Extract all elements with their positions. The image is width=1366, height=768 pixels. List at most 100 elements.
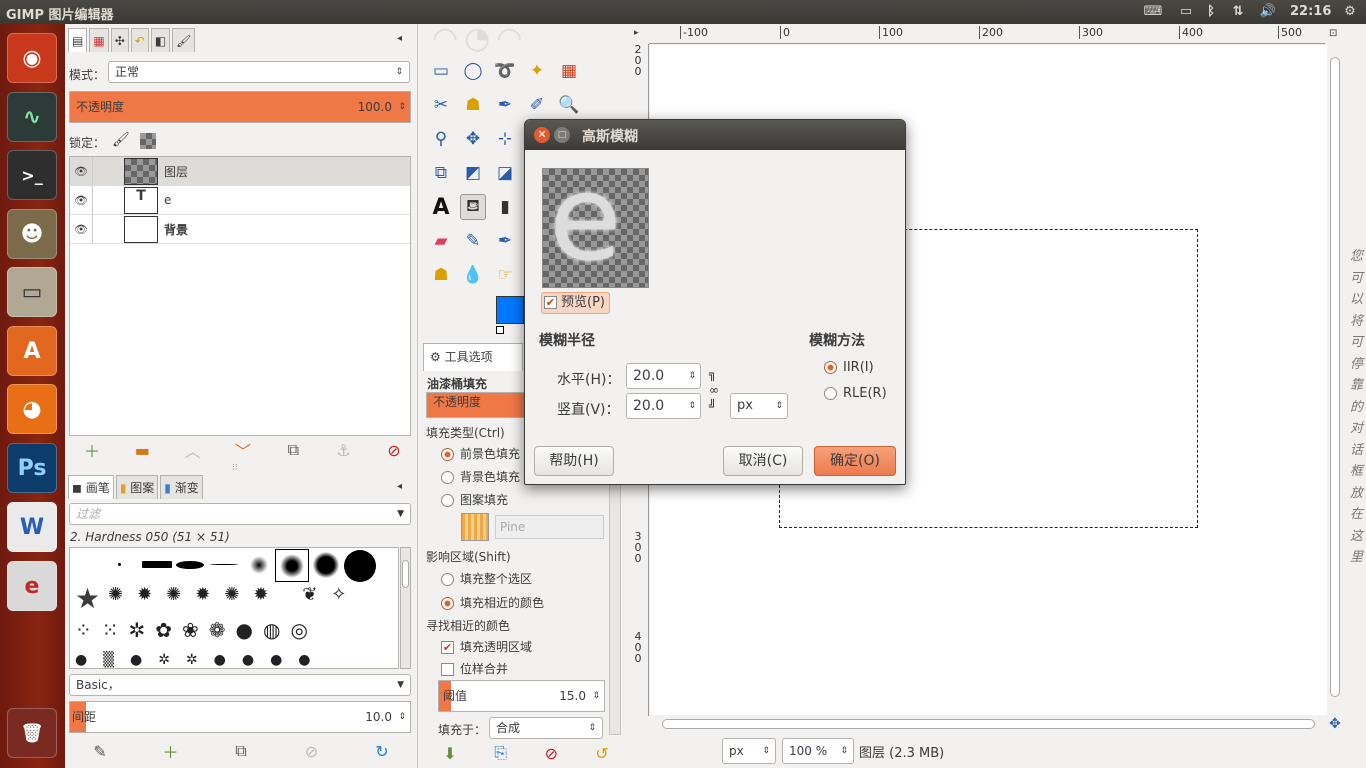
network-icon[interactable]: ⇅ [1227,3,1249,21]
method-iir-radio[interactable]: IIR(I) [824,360,874,375]
scale-tool-icon[interactable]: ◪ [492,160,518,186]
refresh-brushes-icon[interactable]: ↻ [368,738,396,764]
restore-options-icon[interactable]: ⎘ [487,740,515,766]
duplicate-brush-icon[interactable]: ⧉ [227,738,255,764]
layer-opacity-slider[interactable]: 不透明度 100.0 ⇕ [69,91,411,123]
navigate-icon[interactable]: ✥ [1329,716,1341,732]
bluetooth-icon[interactable]: ᛒ [1203,3,1219,21]
layer-name[interactable]: 图层 [164,163,188,180]
brush-grid-scrollbar[interactable] [400,547,411,669]
clock[interactable]: 22:16 [1290,3,1331,21]
brush-set-select[interactable]: Basic， ▼ [69,674,411,696]
fill-selection-radio[interactable]: 填充整个选区 [441,570,532,587]
brush-selected-frame[interactable] [275,549,309,582]
bucket-fill-tool-icon[interactable]: ⛾ [460,194,486,220]
tab-gradients[interactable]: ▮ 渐变 [160,475,203,499]
brush-preview[interactable] [118,563,121,566]
launcher-trash[interactable]: 🗑 [7,708,57,758]
gear-icon[interactable]: ⚙ [1340,3,1360,21]
default-colors-icon[interactable] [496,326,504,334]
tab-brushes[interactable]: ◼ 画笔 [68,475,114,499]
blur-tool-icon[interactable]: 💧 [460,262,486,288]
paths-tool-icon[interactable]: ✒ [492,92,518,118]
vertical-scrollbar[interactable] [1328,45,1342,715]
fill-transparent-checkbox[interactable]: ✔ 填充透明区域 [441,638,532,655]
sample-merged-checkbox[interactable]: 位样合并 [441,660,508,677]
horizontal-ruler[interactable]: -100 0 100 200 300 400 500 [649,26,1325,44]
tab-paths[interactable]: ✣ [110,28,129,52]
new-layer-group-icon[interactable]: ▬ [128,437,156,463]
launcher-wps-writer[interactable]: W [7,502,57,552]
tool-opacity-slider[interactable]: 不透明度 [426,392,526,418]
tab-layers[interactable]: ▤ [68,28,88,52]
anchor-layer-icon[interactable]: ⚓ [330,437,358,463]
ink-tool-icon[interactable]: ✒ [492,228,518,254]
preview-image[interactable]: e [542,168,649,288]
blend-tool-icon[interactable]: ▮ [492,194,518,220]
pattern-preview[interactable] [461,513,489,541]
foreground-select-tool-icon[interactable]: ☗ [460,92,486,118]
splatter-brushes[interactable]: ✺✹✺✹✺✹ ❦✧ [108,584,398,614]
texture-brushes[interactable]: ⁘⁙✲✿❀❁●◍◎ [75,618,395,648]
pattern-name-field[interactable]: Pine [495,515,604,539]
reset-options-icon[interactable]: ↺ [588,740,616,766]
method-rle-radio[interactable]: RLE(R) [824,386,887,401]
foreground-color[interactable] [496,296,524,324]
rotate-tool-icon[interactable]: ◩ [460,160,486,186]
smudge-tool-icon[interactable]: ☞ [492,262,518,288]
maximize-icon[interactable]: □ [554,127,570,143]
layer-name[interactable]: e [164,193,171,207]
launcher-photoshop[interactable]: Ps [7,443,57,493]
brush-preview[interactable] [210,564,238,565]
brush-grid[interactable]: ★ ✺✹✺✹✺✹ ❦✧ ⁘⁙✲✿❀❁●◍◎ ●▒●✲✲●●●● [69,547,399,669]
align-tool-icon[interactable]: ⊹ [492,126,518,152]
launcher-ubuntu-dash[interactable]: ◉ [7,33,57,83]
tab-brush[interactable]: 🖌 [172,28,196,52]
lower-layer-icon[interactable]: ﹀ [229,437,257,463]
layer-row[interactable]: 👁 背景 [70,215,410,244]
spacing-slider[interactable]: 间距 10.0 ⇕ [69,701,411,733]
ellipse-select-tool-icon[interactable]: ◯ [460,58,486,84]
eraser-tool-icon[interactable]: ▰ [428,228,454,254]
volume-icon[interactable]: 🔊 [1257,3,1279,21]
edit-brush-icon[interactable]: ✎ [86,738,114,764]
new-brush-icon[interactable]: ＋ [157,738,185,764]
fill-fg-radio[interactable]: 前景色填充 [441,445,520,462]
zoom-tool-icon[interactable]: 🔍 [556,92,582,118]
tab-undo[interactable]: ↶ [130,28,149,52]
airbrush-tool-icon[interactable]: ✎ [460,228,486,254]
tab-tool-options[interactable]: ⚙ 工具选项 [423,343,523,371]
brush-preview[interactable] [142,561,172,568]
delete-layer-icon[interactable]: ⊘ [380,437,408,463]
horizontal-scrollbar[interactable] [650,717,1327,731]
keyboard-icon[interactable]: ⌨ [1141,3,1165,21]
fill-bg-radio[interactable]: 背景色填充 [441,468,520,485]
layer-row[interactable]: 👁 图层 [70,157,410,186]
zoom-window-icon[interactable]: ⊡ [1329,28,1337,39]
star-brush[interactable]: ★ [75,584,100,614]
threshold-slider[interactable]: 阈值 15.0 ⇕ [438,680,605,712]
eye-icon[interactable]: 👁 [70,194,92,207]
eye-icon[interactable]: 👁 [70,165,92,178]
launcher-firefox[interactable]: ◕ [7,384,57,434]
brush-preview[interactable] [250,556,268,574]
rect-select-tool-icon[interactable]: ▭ [428,58,454,84]
tab-gradient[interactable]: ◧ [150,28,171,52]
eye-icon[interactable]: 👁 [70,223,92,236]
fill-similar-radio[interactable]: 填充相近的颜色 [441,594,544,611]
launcher-terminal[interactable]: >_ [7,150,57,200]
save-options-icon[interactable]: ⬇ [436,740,464,766]
fill-pattern-radio[interactable]: 图案填充 [441,491,508,508]
measure-tool-icon[interactable]: ⚲ [428,126,454,152]
text-tool-icon[interactable]: A [428,194,454,220]
crop-tool-icon[interactable]: ⧉ [428,160,454,186]
horizontal-radius-input[interactable]: 20.0 ⇕ [626,363,701,389]
layer-name[interactable]: 背景 [164,221,188,238]
free-select-tool-icon[interactable]: ➰ [492,58,518,84]
tab-patterns[interactable]: ▮ 图案 [115,475,159,499]
help-button[interactable]: 帮助(H) [534,446,614,476]
fuzzy-select-tool-icon[interactable]: ✦ [524,58,550,84]
close-icon[interactable]: ✕ [534,127,550,143]
color-picker-tool-icon[interactable]: ✐ [524,92,550,118]
cancel-button[interactable]: 取消(C) [723,446,803,476]
